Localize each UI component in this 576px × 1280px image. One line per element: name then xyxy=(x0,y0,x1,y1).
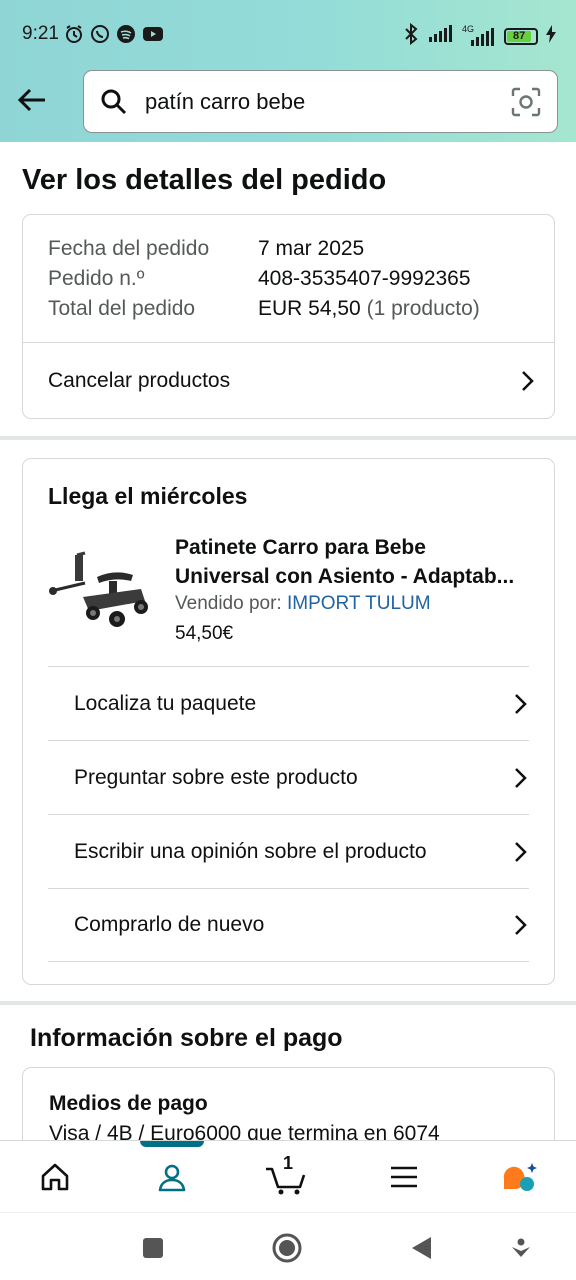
order-total-count: (1 producto) xyxy=(366,297,480,320)
cart-count: 1 xyxy=(283,1153,294,1173)
arrow-left-icon xyxy=(17,88,45,112)
order-summary-card: Fecha del pedido 7 mar 2025 Pedido n.º 4… xyxy=(22,214,555,419)
chevron-right-icon xyxy=(515,693,527,714)
payment-section-title: Información sobre el pago xyxy=(30,1024,343,1052)
camera-search-icon[interactable] xyxy=(511,87,541,122)
menu-icon[interactable] xyxy=(384,1157,424,1197)
product-image[interactable] xyxy=(45,549,155,629)
search-input[interactable] xyxy=(145,89,505,115)
action-label: Localiza tu paquete xyxy=(74,691,257,715)
section-separator xyxy=(0,436,576,440)
cancel-products-label: Cancelar productos xyxy=(48,369,231,392)
app-header: 9:21 4G 87 patín carro bebe xyxy=(0,0,576,142)
action-label: Preguntar sobre este producto xyxy=(74,765,358,789)
write-review-row[interactable]: Escribir una opinión sobre el producto xyxy=(48,814,529,888)
back-triangle-icon[interactable] xyxy=(406,1233,436,1263)
home-icon[interactable] xyxy=(35,1157,75,1197)
chevron-right-icon xyxy=(515,841,527,862)
bluetooth-icon xyxy=(402,22,420,50)
order-date-label: Fecha del pedido xyxy=(48,237,210,260)
seller-prefix: Vendido por: xyxy=(175,593,282,614)
home-circle-icon[interactable] xyxy=(272,1233,302,1263)
battery-icon: 87 xyxy=(504,28,538,45)
product-title-line1: Patinete Carro para Bebe xyxy=(175,536,426,559)
signal-icon xyxy=(428,25,454,48)
signal-4g-icon: 4G xyxy=(462,24,496,47)
product-title-line2: Universal con Asiento - Adaptab... xyxy=(175,565,515,588)
active-tab-indicator xyxy=(140,1141,204,1147)
whatsapp-icon xyxy=(90,24,110,49)
system-navigation-bar xyxy=(0,1212,576,1280)
chevron-right-icon xyxy=(515,915,527,935)
recents-icon[interactable] xyxy=(138,1233,168,1263)
action-label: Comprarlo de nuevo xyxy=(74,913,265,936)
chevron-right-icon xyxy=(515,767,527,788)
rufus-assistant-icon[interactable] xyxy=(500,1157,540,1197)
order-total-value: EUR 54,50 (1 producto) xyxy=(258,297,480,321)
track-package-row[interactable]: Localiza tu paquete xyxy=(48,666,529,740)
order-number-value: 408-3535407-9992365 xyxy=(258,267,471,290)
page-title: Ver los detalles del pedido xyxy=(22,164,387,196)
product-title[interactable]: Patinete Carro para Bebe Universal con A… xyxy=(175,533,535,591)
order-total-label: Total del pedido xyxy=(48,297,196,320)
search-icon[interactable] xyxy=(100,88,128,121)
search-bar[interactable] xyxy=(83,70,558,133)
order-total-amount: EUR 54,50 xyxy=(258,297,361,320)
cart-icon[interactable]: 1 xyxy=(264,1153,308,1197)
seller-link[interactable]: IMPORT TULUM xyxy=(287,593,431,614)
youtube-icon xyxy=(142,25,164,48)
delivery-card: Llega el miércoles Patinete Carro para B… xyxy=(22,458,555,985)
chevron-right-icon xyxy=(522,371,534,391)
action-label: Escribir una opinión sobre el producto xyxy=(74,839,427,863)
status-bar: 9:21 4G 87 xyxy=(0,0,576,66)
ask-product-row[interactable]: Preguntar sobre este producto xyxy=(48,740,529,814)
status-notification-icons xyxy=(64,24,164,49)
cancel-products-link[interactable]: Cancelar productos xyxy=(23,343,554,419)
seller-info: Vendido por: IMPORT TULUM xyxy=(175,593,431,615)
order-number-label: Pedido n.º xyxy=(48,267,145,290)
account-icon[interactable] xyxy=(152,1157,192,1197)
product-price: 54,50€ xyxy=(175,623,234,644)
status-time: 9:21 xyxy=(22,23,59,44)
alarm-icon xyxy=(64,24,84,49)
back-button[interactable] xyxy=(14,82,50,118)
section-separator xyxy=(0,1001,576,1005)
assistant-icon[interactable] xyxy=(506,1233,536,1263)
payment-methods-label: Medios de pago xyxy=(49,1092,208,1115)
buy-again-row[interactable]: Comprarlo de nuevo xyxy=(48,888,529,962)
status-system-icons: 4G 87 xyxy=(402,22,556,50)
charging-icon xyxy=(546,25,556,48)
spotify-icon xyxy=(116,24,136,49)
order-date-value: 7 mar 2025 xyxy=(258,237,365,260)
delivery-title: Llega el miércoles xyxy=(48,483,248,509)
bottom-navigation: 1 xyxy=(0,1140,576,1212)
